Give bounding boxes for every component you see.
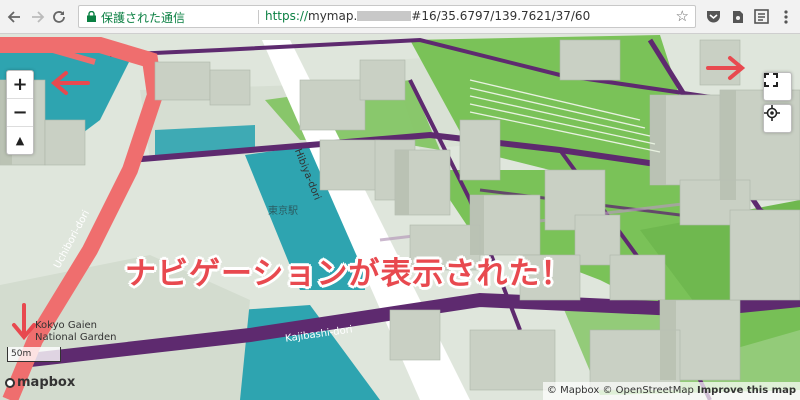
zoom-out-button[interactable]: − bbox=[7, 99, 33, 127]
annotation-banner: ナビゲーションが表示された！ bbox=[125, 256, 573, 292]
arrow-right-icon bbox=[32, 11, 45, 23]
back-button[interactable] bbox=[6, 8, 24, 26]
fullscreen-icon bbox=[764, 73, 778, 87]
reload-button[interactable] bbox=[50, 8, 68, 26]
url-path: #16/35.6797/139.7621/37/60 bbox=[411, 9, 591, 23]
address-bar[interactable]: 保護された通信 https://mymap. #16/35.6797/139.76… bbox=[78, 5, 696, 28]
arrow-left-icon bbox=[7, 11, 20, 23]
map-canvas[interactable]: Uchibori-dori Hibiya-dori Kajibashi-dori… bbox=[0, 34, 800, 400]
forward-button[interactable] bbox=[28, 8, 46, 26]
label-station-jp: 東京駅 bbox=[268, 206, 298, 217]
attribution-osm-link[interactable]: © OpenStreetMap bbox=[602, 385, 693, 396]
label-moat: 東京駅 bbox=[268, 206, 298, 218]
url-text: https://mymap. #16/35.6797/139.7621/37/60 bbox=[265, 9, 590, 23]
compass-button[interactable]: ▲ bbox=[7, 127, 33, 154]
fullscreen-button[interactable] bbox=[763, 72, 792, 101]
pocket-icon[interactable] bbox=[705, 8, 722, 25]
url-scheme: https:// bbox=[265, 9, 309, 23]
improve-map-link[interactable]: Improve this map bbox=[697, 385, 796, 396]
zoom-in-button[interactable]: + bbox=[7, 71, 33, 99]
geolocate-button[interactable] bbox=[763, 104, 792, 133]
map-render bbox=[0, 34, 800, 400]
mapbox-logo-text: mapbox bbox=[17, 375, 76, 390]
browser-toolbar: 保護された通信 https://mymap. #16/35.6797/139.76… bbox=[0, 0, 800, 34]
secure-label: 保護された通信 bbox=[101, 11, 186, 25]
attribution-mapbox-link[interactable]: © Mapbox bbox=[547, 385, 599, 396]
url-redacted bbox=[357, 11, 412, 21]
evernote-icon[interactable] bbox=[729, 8, 746, 25]
label-garden-line1: Kokyo Gaien bbox=[35, 320, 97, 331]
lock-icon bbox=[87, 11, 96, 22]
reader-icon[interactable] bbox=[753, 8, 770, 25]
attribution-bar: © Mapbox © OpenStreetMap Improve this ma… bbox=[542, 382, 800, 400]
menu-icon[interactable] bbox=[778, 8, 795, 25]
mapbox-logo-icon bbox=[5, 378, 15, 388]
omnibox-separator bbox=[258, 10, 259, 24]
mapbox-logo[interactable]: mapbox bbox=[5, 375, 75, 390]
zoom-control-group: + − ▲ bbox=[6, 70, 34, 155]
geolocate-icon bbox=[764, 105, 780, 121]
reload-icon bbox=[53, 11, 65, 23]
scale-bar: 50m bbox=[7, 347, 61, 362]
bookmark-star-button[interactable]: ☆ bbox=[676, 7, 689, 25]
url-host: mymap. bbox=[308, 9, 358, 23]
label-garden: Kokyo Gaien National Garden bbox=[35, 320, 117, 344]
star-icon: ☆ bbox=[675, 7, 689, 25]
compass-icon: ▲ bbox=[15, 134, 25, 147]
label-garden-line2: National Garden bbox=[35, 332, 117, 343]
